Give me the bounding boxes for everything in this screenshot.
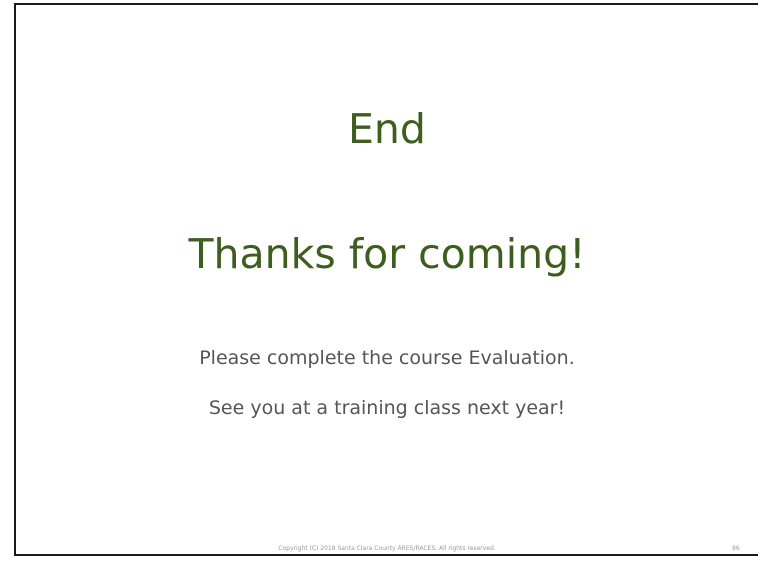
- footer-page-number: 86: [732, 545, 740, 552]
- slide-title: End: [348, 105, 426, 153]
- body-text-evaluation: Please complete the course Evaluation.: [199, 347, 575, 369]
- body-text-next-year: See you at a training class next year!: [208, 397, 566, 419]
- slide-frame: End Thanks for coming! Please complete t…: [14, 3, 758, 556]
- footer-copyright: Copyright (C) 2018 Santa Clara County AR…: [278, 545, 496, 552]
- slide-subtitle: Thanks for coming!: [188, 230, 586, 278]
